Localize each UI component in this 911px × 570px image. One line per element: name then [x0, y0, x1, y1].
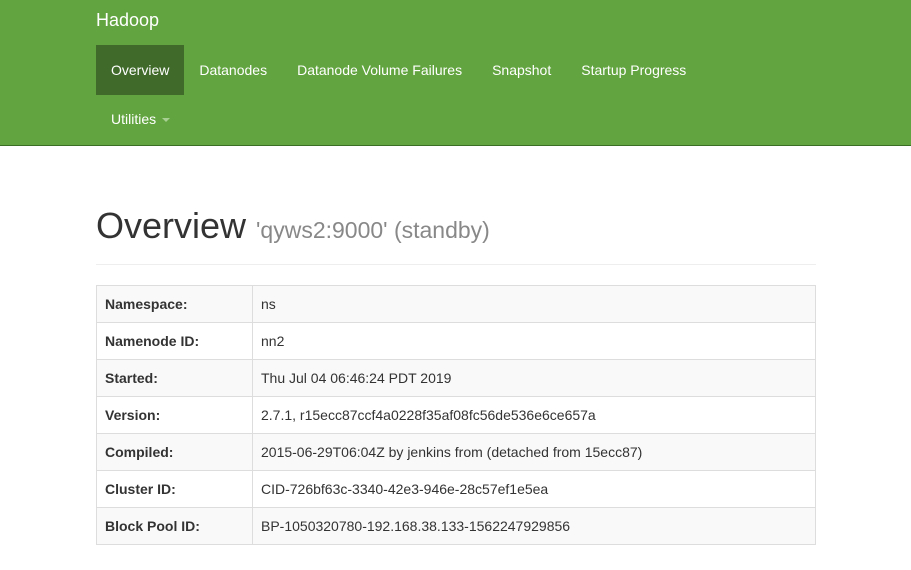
caret-down-icon [162, 118, 171, 123]
nav-item-snapshot[interactable]: Snapshot [477, 45, 566, 95]
page-header: Overview 'qyws2:9000' (standby) [96, 200, 816, 265]
nav-item-datanode-volume-failures[interactable]: Datanode Volume Failures [282, 45, 477, 95]
table-row: Namenode ID: nn2 [96, 322, 816, 360]
row-value: ns [252, 285, 816, 323]
table-row: Compiled: 2015-06-29T06:04Z by jenkins f… [96, 433, 816, 471]
table-row: Namespace: ns [96, 285, 816, 323]
row-value: Thu Jul 04 06:46:24 PDT 2019 [252, 359, 816, 397]
brand-link[interactable]: Hadoop [96, 9, 159, 31]
page-subtitle: 'qyws2:9000' (standby) [256, 217, 490, 243]
row-label: Cluster ID: [96, 470, 253, 508]
nav-item-startup-progress[interactable]: Startup Progress [566, 45, 701, 95]
utilities-label: Utilities [111, 111, 157, 127]
nav-menu-secondary: Utilities [96, 95, 185, 143]
table-row: Block Pool ID: BP-1050320780-192.168.38.… [96, 507, 816, 545]
row-label: Version: [96, 396, 253, 434]
table-row: Started: Thu Jul 04 06:46:24 PDT 2019 [96, 359, 816, 397]
nav-menu: Overview Datanodes Datanode Volume Failu… [96, 45, 701, 95]
nav-item-datanodes[interactable]: Datanodes [184, 45, 282, 95]
navbar: Hadoop Overview Datanodes Datanode Volum… [0, 0, 911, 146]
row-label: Compiled: [96, 433, 253, 471]
row-label: Namenode ID: [96, 322, 253, 360]
row-label: Started: [96, 359, 253, 397]
table-row: Cluster ID: CID-726bf63c-3340-42e3-946e-… [96, 470, 816, 508]
page-title: Overview 'qyws2:9000' (standby) [96, 206, 490, 250]
row-value: nn2 [252, 322, 816, 360]
row-value: 2.7.1, r15ecc87ccf4a0228f35af08fc56de536… [252, 396, 816, 434]
nav-item-overview[interactable]: Overview [96, 45, 185, 95]
row-label: Namespace: [96, 285, 253, 323]
utilities-dropdown[interactable]: Utilities [96, 95, 185, 143]
page-title-text: Overview [96, 205, 247, 246]
table-row: Version: 2.7.1, r15ecc87ccf4a0228f35af08… [96, 396, 816, 434]
row-label: Block Pool ID: [96, 507, 253, 545]
row-value: BP-1050320780-192.168.38.133-15622479298… [252, 507, 816, 545]
overview-table: Namespace: ns Namenode ID: nn2 Started: … [96, 285, 816, 545]
row-value: 2015-06-29T06:04Z by jenkins from (detac… [252, 433, 816, 471]
row-value: CID-726bf63c-3340-42e3-946e-28c57ef1e5ea [252, 470, 816, 508]
